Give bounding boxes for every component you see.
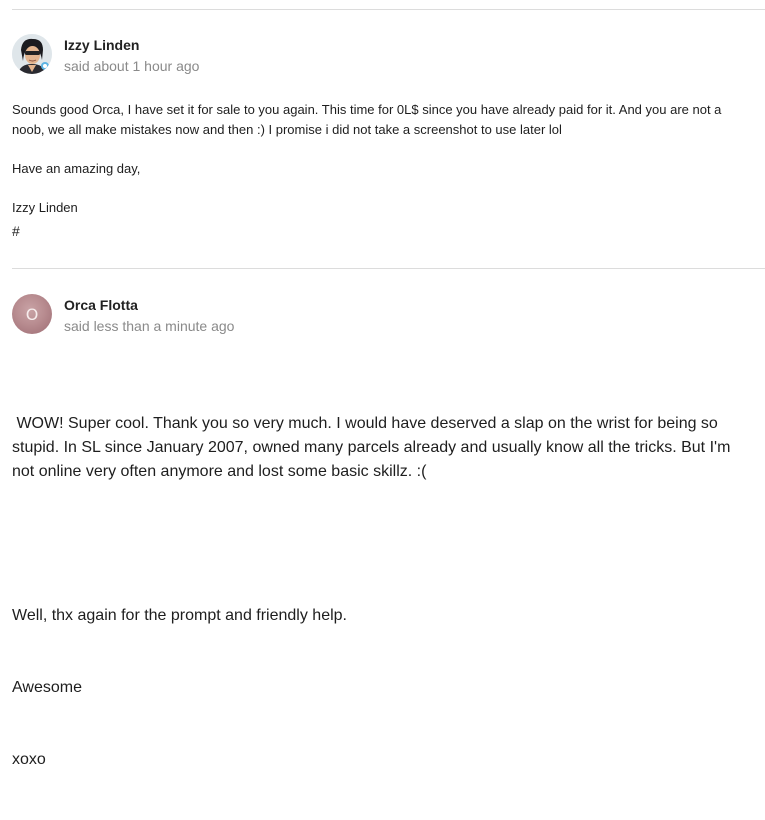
post-paragraph: Have an amazing day, bbox=[12, 161, 141, 176]
post-author[interactable]: Izzy Linden bbox=[64, 37, 139, 53]
post-body: Sounds good Orca, I have set it for sale… bbox=[12, 100, 757, 241]
post-hash: # bbox=[12, 223, 20, 239]
post-timestamp: said about 1 hour ago bbox=[64, 58, 200, 74]
user-photo-avatar-icon bbox=[12, 34, 52, 74]
post-paragraph: WOW! Super cool. Thank you so very much.… bbox=[12, 415, 735, 480]
post-paragraph: Awesome bbox=[12, 679, 82, 696]
divider-top bbox=[12, 9, 765, 10]
post-author[interactable]: Orca Flotta bbox=[64, 297, 138, 313]
avatar-initial: O bbox=[25, 304, 39, 324]
user-avatar[interactable] bbox=[12, 34, 52, 74]
post-paragraph: xoxo bbox=[12, 751, 46, 768]
post-paragraph: Well, thx again for the prompt and frien… bbox=[12, 607, 347, 624]
post-body: WOW! Super cool. Thank you so very much.… bbox=[12, 364, 757, 820]
post-paragraph: Izzy Linden bbox=[12, 200, 78, 215]
post-paragraph: Sounds good Orca, I have set it for sale… bbox=[12, 102, 722, 137]
user-avatar[interactable]: O bbox=[12, 294, 52, 334]
divider-middle bbox=[12, 268, 765, 269]
post-timestamp: said less than a minute ago bbox=[64, 318, 235, 334]
